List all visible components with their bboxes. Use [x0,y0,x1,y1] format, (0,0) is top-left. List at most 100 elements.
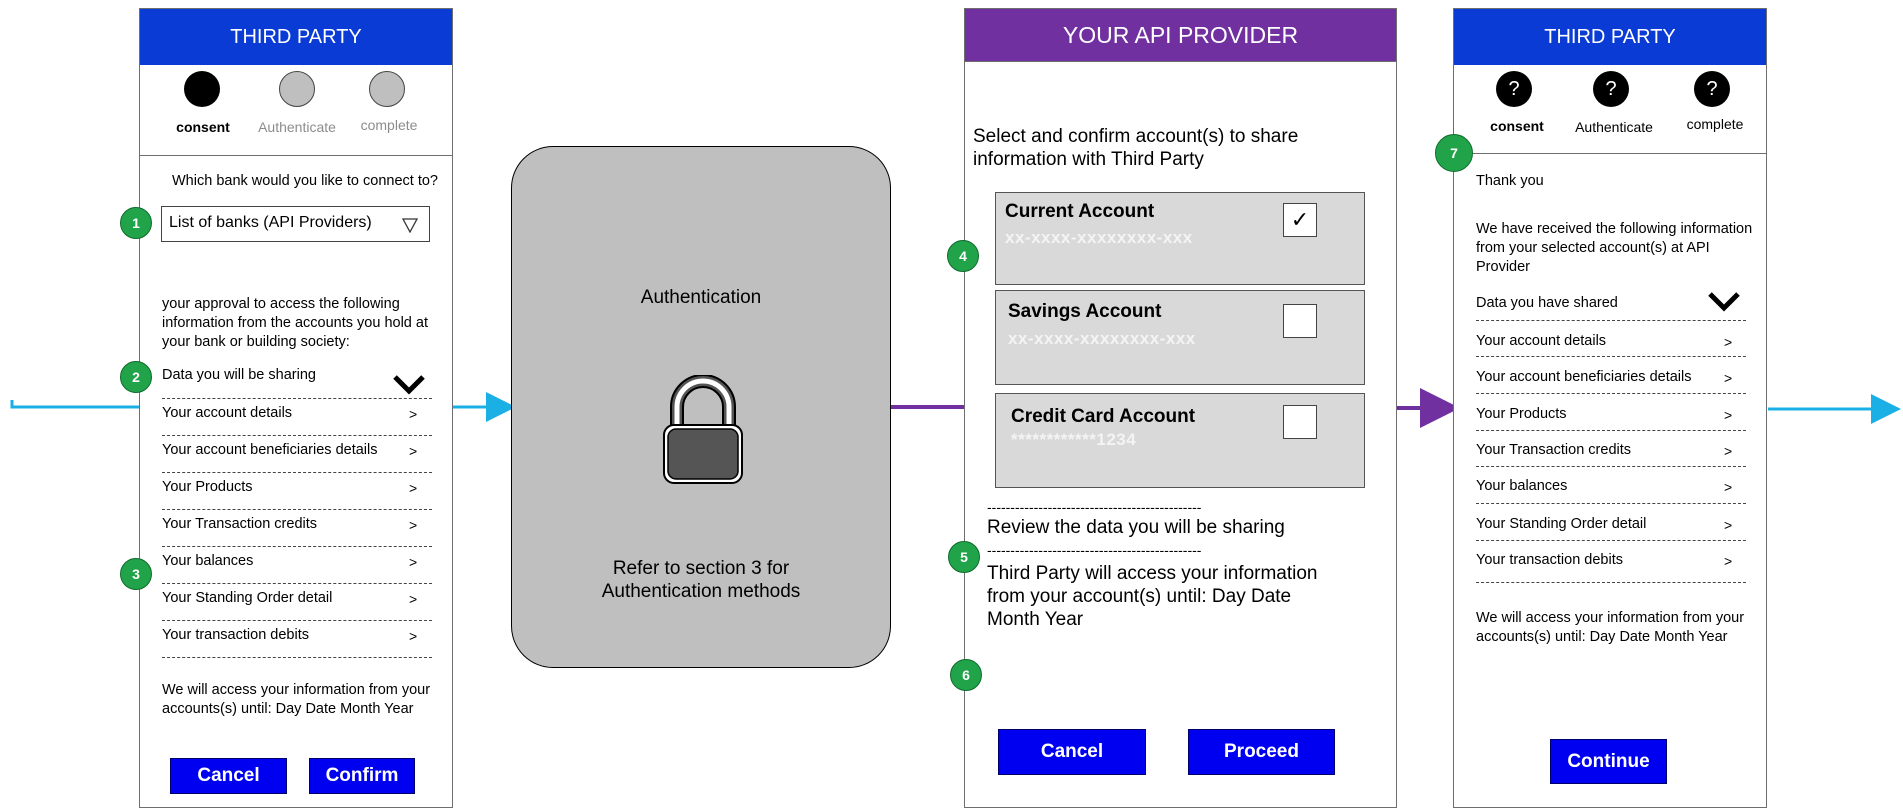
header-divider [140,155,452,156]
dashed-separator: ----------------------------------------… [987,542,1202,558]
provider-access-text: Third Party will access your information… [987,563,1318,630]
step-authenticate-question-icon: ? [1593,71,1629,107]
access-until-text: We will access your information from you… [162,682,431,717]
step-complete-circle [369,71,405,107]
third-party-complete-screen: THIRD PARTY ? ? ? consent Authenticate c… [1453,8,1767,808]
current-account-card[interactable]: Current Account xx-xxxx-xxxxxxxx-xxx ✓ [995,192,1365,285]
current-account-checkbox[interactable]: ✓ [1283,203,1317,237]
select-accounts-intro: Select and confirm account(s) to share i… [973,126,1299,170]
chevron-right-icon[interactable]: > [409,443,417,459]
step-badge-7: 7 [1435,134,1473,172]
dropdown-triangle-icon [402,218,418,233]
third-party-consent-screen: THIRD PARTY consent Authenticate complet… [139,8,453,808]
proceed-button[interactable]: Proceed [1188,729,1335,775]
step-authenticate-label: Authenticate [258,119,336,135]
chevron-right-icon[interactable]: > [409,591,417,607]
credit-card-account-card[interactable]: Credit Card Account ************1234 [995,393,1365,488]
chevron-right-icon[interactable]: > [409,628,417,644]
thank-you-text: Thank you [1476,173,1544,189]
cancel-button[interactable]: Cancel [998,729,1146,775]
row-divider [162,546,432,547]
step-badge-6: 6 [950,659,982,691]
entry-arrow [10,400,140,409]
list-item[interactable]: Your Transaction credits [162,516,317,532]
review-data-link[interactable]: Review the data you will be sharing [987,517,1285,539]
step-consent-label: consent [176,119,230,135]
screen-header: THIRD PARTY [140,9,452,65]
chevron-right-icon[interactable]: > [409,554,417,570]
chevron-right-icon[interactable]: > [1724,370,1732,386]
row-divider [1476,320,1746,321]
chevron-right-icon[interactable]: > [1724,407,1732,423]
list-item[interactable]: Your Products [162,479,253,495]
savings-account-checkbox[interactable] [1283,304,1317,338]
header-title: THIRD PARTY [1544,25,1676,48]
row-divider [1476,356,1746,357]
row-divider [162,472,432,473]
row-divider [1476,393,1746,394]
account-name: Savings Account [1008,301,1162,322]
account-name: Current Account [1005,201,1155,222]
chevron-right-icon[interactable]: > [1724,334,1732,350]
list-item[interactable]: Your account beneficiaries details [162,442,378,458]
chevron-right-icon[interactable]: > [409,480,417,496]
savings-account-card[interactable]: Savings Account xx-xxxx-xxxxxxxx-xxx [995,290,1365,385]
list-item[interactable]: Your account details [162,405,292,421]
received-info-text: We have received the following informati… [1476,221,1753,275]
list-item[interactable]: Your Products [1476,406,1567,422]
cancel-button[interactable]: Cancel [170,758,287,794]
list-item[interactable]: Your balances [1476,478,1567,494]
data-sharing-header: Data you will be sharing [162,367,316,383]
step-badge-5: 5 [948,541,980,573]
list-item[interactable]: Your Transaction credits [1476,442,1631,458]
header-divider [965,61,1396,62]
row-divider [162,509,432,510]
chevron-right-icon[interactable]: > [1724,517,1732,533]
data-shared-header: Data you have shared [1476,295,1618,311]
step-badge-3: 3 [120,558,152,590]
step-consent-circle [184,71,220,107]
expand-check-chevron-icon[interactable] [1707,290,1741,312]
dashed-separator: ----------------------------------------… [987,499,1202,515]
chevron-right-icon[interactable]: > [1724,443,1732,459]
list-item[interactable]: Your transaction debits [162,627,309,643]
continue-button[interactable]: Continue [1550,739,1667,784]
bank-select-dropdown[interactable]: List of banks (API Providers) [161,206,430,242]
padlock-icon [663,375,743,484]
expand-check-chevron-icon[interactable] [392,373,426,395]
confirm-button[interactable]: Confirm [309,758,415,794]
step-authenticate-circle [279,71,315,107]
authentication-title: Authentication [640,287,762,308]
row-divider [162,657,432,658]
chevron-right-icon[interactable]: > [1724,479,1732,495]
list-item[interactable]: Your account details [1476,333,1606,349]
step-authenticate-label: Authenticate [1575,119,1653,135]
step-badge-4: 4 [947,240,979,272]
row-divider [1476,503,1746,504]
screen-header: THIRD PARTY [1454,9,1766,65]
chevron-right-icon[interactable]: > [409,406,417,422]
header-title: THIRD PARTY [230,25,362,48]
row-divider [162,398,432,399]
account-number: xx-xxxx-xxxxxxxx-xxx [1005,228,1193,247]
step-badge-1: 1 [120,207,152,239]
account-number: xx-xxxx-xxxxxxxx-xxx [1008,329,1196,348]
account-name: Credit Card Account [1011,406,1196,427]
credit-card-checkbox[interactable] [1283,405,1317,439]
chevron-right-icon[interactable]: > [409,517,417,533]
list-item[interactable]: Your Standing Order detail [1476,516,1646,532]
row-divider [162,620,432,621]
list-item[interactable]: Your Standing Order detail [162,590,332,606]
step-complete-question-icon: ? [1694,71,1730,107]
row-divider [1476,466,1746,467]
list-item[interactable]: Your account beneficiaries details [1476,369,1692,385]
header-title: YOUR API PROVIDER [1062,21,1299,48]
row-divider [1476,582,1746,583]
account-number: ************1234 [1011,430,1137,449]
list-item[interactable]: Your balances [162,553,253,569]
bank-question: Which bank would you like to connect to? [172,173,438,189]
authentication-refer-text: Refer to section 3 for Authentication me… [601,558,801,602]
screen-header: YOUR API PROVIDER [965,9,1396,61]
list-item[interactable]: Your transaction debits [1476,552,1623,568]
chevron-right-icon[interactable]: > [1724,553,1732,569]
